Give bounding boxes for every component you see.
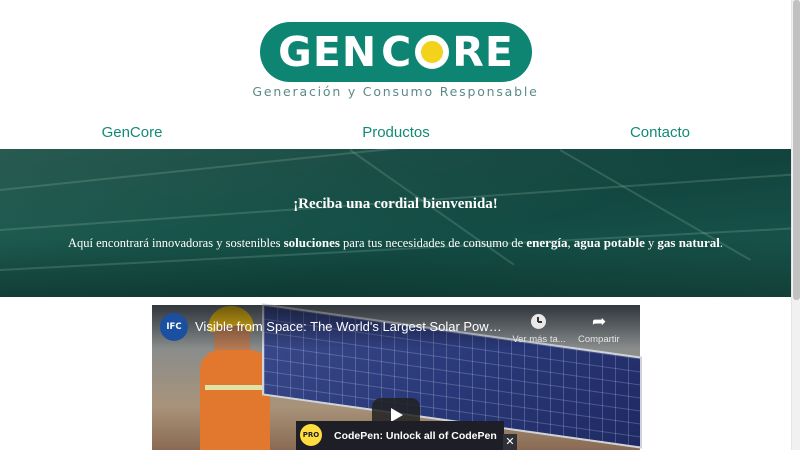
logo-text-re: RE: [452, 28, 514, 76]
nav-item-gencore[interactable]: GenCore: [52, 124, 212, 141]
codepen-promo-text[interactable]: CodePen: Unlock all of CodePen: [334, 430, 497, 442]
site-header: GEN C RE Generación y Consumo Responsabl…: [0, 0, 791, 118]
hero-banner: ¡Reciba una cordial bienvenida! Aquí enc…: [0, 149, 791, 297]
video-title[interactable]: Visible from Space: The World's Largest …: [195, 319, 505, 334]
sun-icon: [415, 35, 450, 69]
tagline: Generación y Consumo Responsable: [252, 84, 539, 99]
channel-avatar-icon[interactable]: IFC: [160, 313, 188, 341]
share-label[interactable]: Compartir: [578, 334, 640, 345]
hero-text-part: para tus necesidades de consumo de: [339, 236, 527, 250]
hero-text-part: y: [644, 236, 658, 250]
scrollbar-thumb[interactable]: [793, 0, 800, 300]
worker-figure: [200, 350, 270, 450]
close-icon[interactable]: ✕: [503, 434, 517, 450]
main-nav: GenCore Productos Contacto: [0, 118, 791, 149]
roof-line: [0, 149, 791, 191]
gencore-logo[interactable]: GEN C RE: [260, 22, 532, 82]
share-icon[interactable]: ➦: [592, 312, 606, 332]
hero-text-bold: gas natural: [657, 235, 720, 250]
logo-text-gen: GEN: [278, 28, 378, 76]
hero-text-bold: agua potable: [573, 235, 645, 250]
clock-icon[interactable]: [531, 314, 546, 329]
logo-text-c: C: [381, 28, 413, 76]
hero-text-part: Aquí encontrará innovadoras y sostenible…: [68, 236, 284, 250]
hero-text-bold: energía: [526, 235, 568, 250]
vest-stripe: [205, 385, 265, 390]
hero-description: Aquí encontrará innovadoras y sostenible…: [0, 235, 791, 251]
watch-later-label[interactable]: Ver más ta...: [509, 334, 569, 345]
pro-badge: PRO: [300, 424, 322, 446]
hero-text-bold: soluciones: [283, 235, 340, 250]
nav-item-productos[interactable]: Productos: [316, 124, 476, 141]
logo-wordmark: GEN C RE: [260, 22, 532, 82]
hero-title: ¡Reciba una cordial bienvenida!: [293, 196, 498, 212]
hero-text-part: .: [719, 236, 723, 250]
page-scrollbar[interactable]: [791, 0, 800, 450]
nav-item-contacto[interactable]: Contacto: [580, 124, 740, 141]
